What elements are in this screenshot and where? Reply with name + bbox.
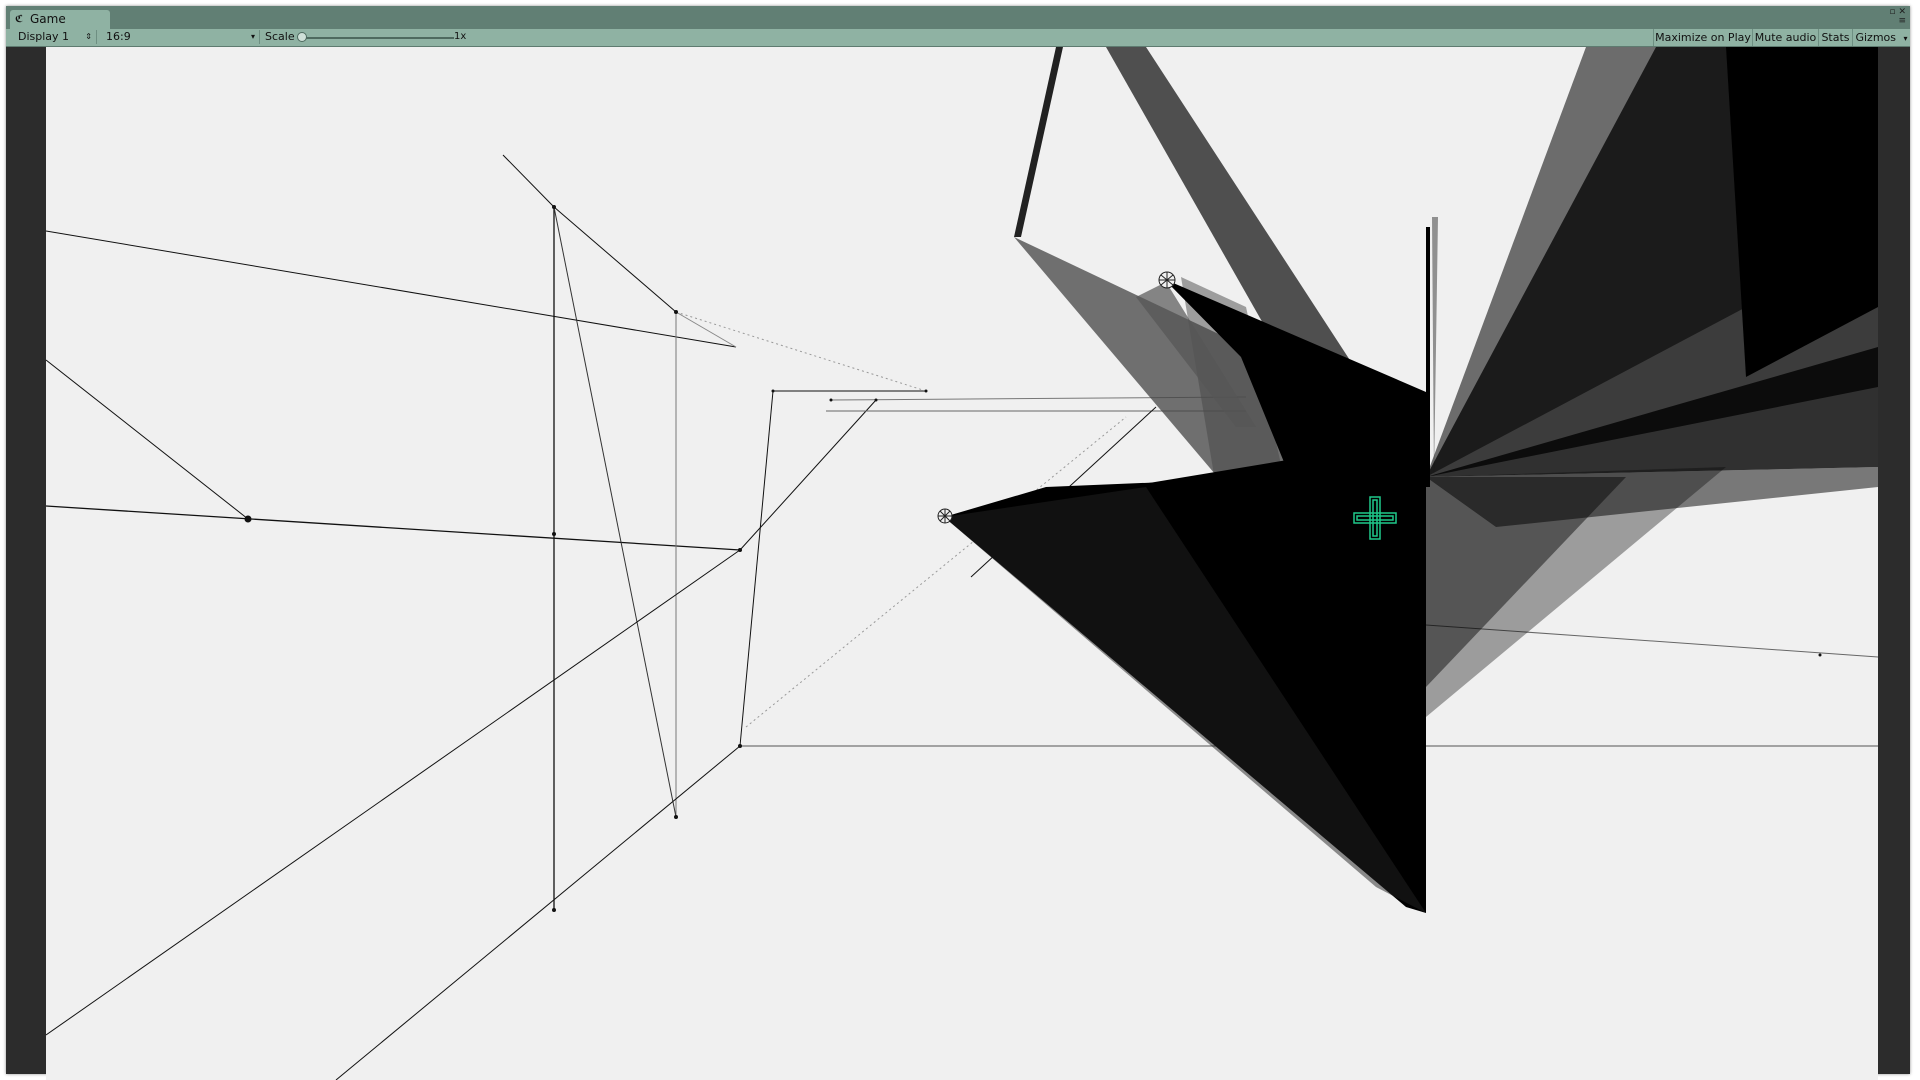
unity-game-icon: ℭ xyxy=(15,14,24,25)
window-menu-icon[interactable]: ≡ xyxy=(1898,17,1906,26)
gizmos-label: Gizmos xyxy=(1855,31,1896,44)
chevron-down-icon: ▾ xyxy=(250,32,255,41)
maximize-icon[interactable]: ▫ xyxy=(1889,8,1895,17)
game-viewport[interactable] xyxy=(46,47,1878,1080)
mute-audio-label: Mute audio xyxy=(1754,31,1817,44)
display-dropdown-label: Display 1 xyxy=(18,30,70,43)
scale-slider-track[interactable] xyxy=(302,37,454,39)
maximize-on-play-label: Maximize on Play xyxy=(1655,31,1751,44)
stats-label: Stats xyxy=(1821,31,1850,44)
mute-audio-button[interactable]: Mute audio xyxy=(1752,29,1818,46)
scale-slider-thumb[interactable] xyxy=(297,32,307,42)
display-dropdown[interactable]: Display 1 ⇕ xyxy=(12,30,97,44)
star-shape xyxy=(944,237,1426,913)
dropdown-arrows-icon: ⇕ xyxy=(85,32,92,41)
tab-game-label: Game xyxy=(30,12,66,26)
scale-label: Scale xyxy=(265,30,295,43)
maximize-on-play-button[interactable]: Maximize on Play xyxy=(1653,29,1752,46)
scale-value: 1x xyxy=(454,31,467,42)
aspect-dropdown[interactable]: 16:9 ▾ xyxy=(100,30,260,44)
stats-button[interactable]: Stats xyxy=(1818,29,1852,46)
game-toolbar: Display 1 ⇕ 16:9 ▾ Scale 1x Maximize on … xyxy=(6,29,1910,47)
game-view-window: ℭ Game ▫ ✕ ≡ Display 1 ⇕ 16:9 ▾ Scale 1x … xyxy=(6,6,1910,1080)
scene-render xyxy=(46,47,1878,1080)
aspect-dropdown-label: 16:9 xyxy=(106,30,131,43)
tab-game[interactable]: ℭ Game xyxy=(10,10,110,29)
tab-bar: ℭ Game ▫ ✕ ≡ xyxy=(6,6,1910,29)
chevron-down-icon: ▾ xyxy=(1903,34,1908,43)
gizmos-dropdown[interactable]: Gizmos ▾ xyxy=(1852,29,1910,46)
window-controls: ▫ ✕ ≡ xyxy=(1884,8,1906,26)
